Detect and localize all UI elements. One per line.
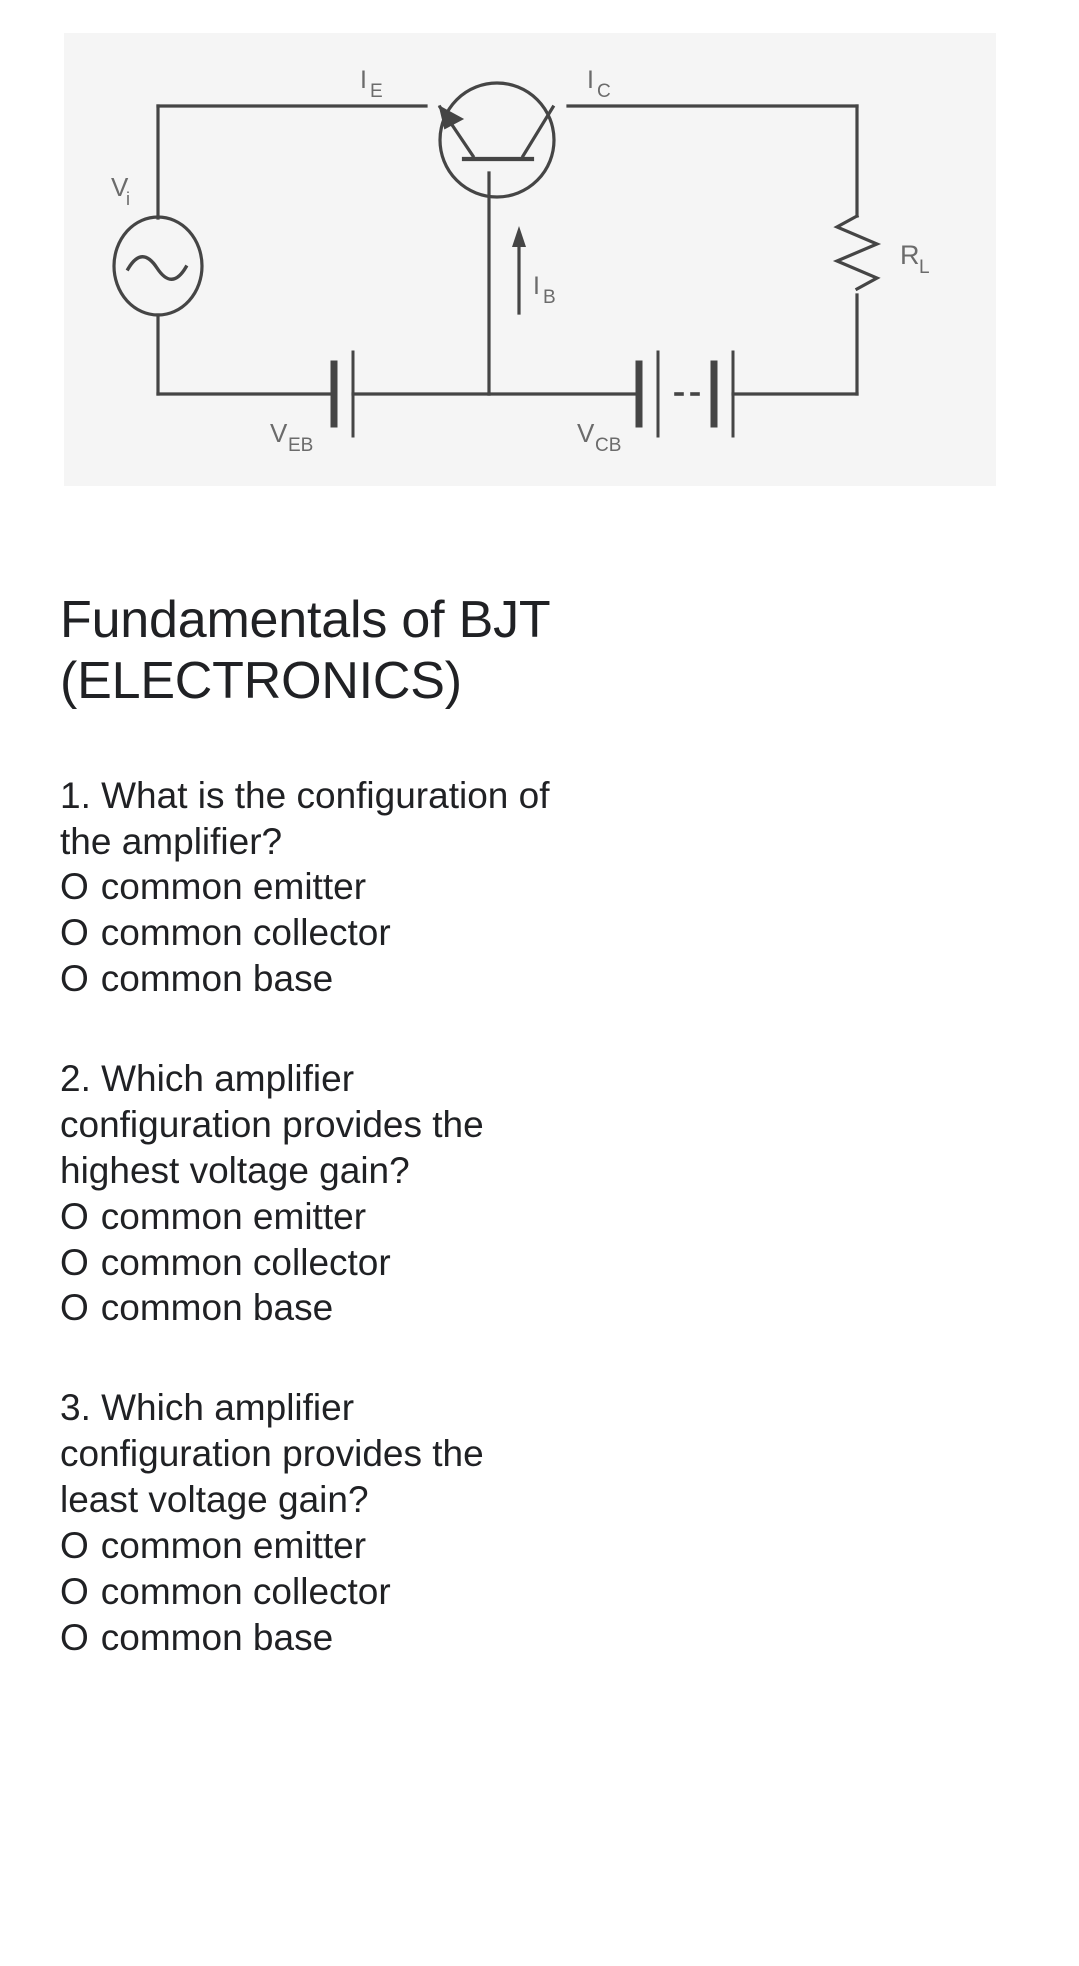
option-2-common-base[interactable]: O common base xyxy=(60,1285,1020,1331)
label-base-current: I xyxy=(533,272,540,300)
option-marker-icon: O xyxy=(60,1287,89,1329)
option-label: common collector xyxy=(100,912,391,954)
label-emitter-current: I xyxy=(360,66,367,94)
label-collector-base-supply-sub: CB xyxy=(595,435,621,456)
label-collector-current-sub: C xyxy=(597,81,611,102)
emitter-arrow-head xyxy=(438,105,465,130)
option-marker-icon: O xyxy=(60,1241,89,1283)
option-list-2: O common emitter O common collector O co… xyxy=(60,1194,1020,1332)
option-label: common base xyxy=(100,1287,334,1329)
ib-arrow-head xyxy=(512,226,526,247)
option-3-common-collector[interactable]: O common collector xyxy=(60,1569,1020,1615)
option-marker-icon: O xyxy=(60,1524,89,1566)
page-title: Fundamentals of BJT (ELECTRONICS) xyxy=(60,591,550,711)
option-list-3: O common emitter O common collector O co… xyxy=(60,1523,1020,1661)
question-text-2: 2. Which amplifier configuration provide… xyxy=(60,1058,484,1191)
option-3-common-base[interactable]: O common base xyxy=(60,1615,1020,1661)
option-1-common-collector[interactable]: O common collector xyxy=(60,910,1020,956)
option-marker-icon: O xyxy=(60,1195,89,1237)
label-load-resistor-sub: L xyxy=(919,257,930,278)
label-source-sub: i xyxy=(126,189,130,209)
option-1-common-emitter[interactable]: O common emitter xyxy=(60,864,1020,910)
option-label: common emitter xyxy=(100,1524,367,1566)
option-marker-icon: O xyxy=(60,912,89,954)
transistor-collector-lead xyxy=(520,104,556,159)
option-list-1: O common emitter O common collector O co… xyxy=(60,864,1020,1002)
load-resistor-zigzag xyxy=(832,213,882,292)
label-load-resistor: R xyxy=(900,240,920,270)
circuit-diagram-figure: V i I E I C I B R L V EB V CB xyxy=(64,33,996,486)
option-label: common collector xyxy=(100,1241,391,1283)
question-block-1: 1. What is the configuration of the ampl… xyxy=(60,773,1020,1002)
question-block-3: 3. Which amplifier configuration provide… xyxy=(60,1385,1020,1660)
label-base-current-sub: B xyxy=(543,287,556,308)
question-text-1: 1. What is the configuration of the ampl… xyxy=(60,774,550,862)
label-collector-current: I xyxy=(587,66,594,94)
ac-source-sine xyxy=(125,255,189,281)
label-emitter-base-supply: V xyxy=(270,418,288,448)
option-2-common-emitter[interactable]: O common emitter xyxy=(60,1194,1020,1240)
option-2-common-collector[interactable]: O common collector xyxy=(60,1240,1020,1286)
option-marker-icon: O xyxy=(60,958,89,1000)
label-emitter-base-supply-sub: EB xyxy=(288,435,313,456)
option-label: common base xyxy=(100,1616,334,1658)
option-marker-icon: O xyxy=(60,1616,89,1658)
option-3-common-emitter[interactable]: O common emitter xyxy=(60,1523,1020,1569)
question-text-3: 3. Which amplifier configuration provide… xyxy=(60,1387,484,1521)
quiz-content: Fundamentals of BJT (ELECTRONICS) 1. Wha… xyxy=(60,590,1020,1661)
circuit-diagram-svg: V i I E I C I B R L V EB V CB xyxy=(111,66,930,456)
option-label: common emitter xyxy=(100,1195,367,1237)
label-emitter-current-sub: E xyxy=(370,81,383,102)
ac-source-circle xyxy=(112,215,204,317)
option-label: common emitter xyxy=(100,866,367,908)
option-marker-icon: O xyxy=(60,1570,89,1612)
option-label: common collector xyxy=(100,1570,391,1612)
option-label: common base xyxy=(100,958,334,1000)
label-collector-base-supply: V xyxy=(577,418,595,448)
transistor-envelope xyxy=(438,81,556,199)
question-block-2: 2. Which amplifier configuration provide… xyxy=(60,1056,1020,1331)
option-1-common-base[interactable]: O common base xyxy=(60,956,1020,1002)
option-marker-icon: O xyxy=(60,866,89,908)
